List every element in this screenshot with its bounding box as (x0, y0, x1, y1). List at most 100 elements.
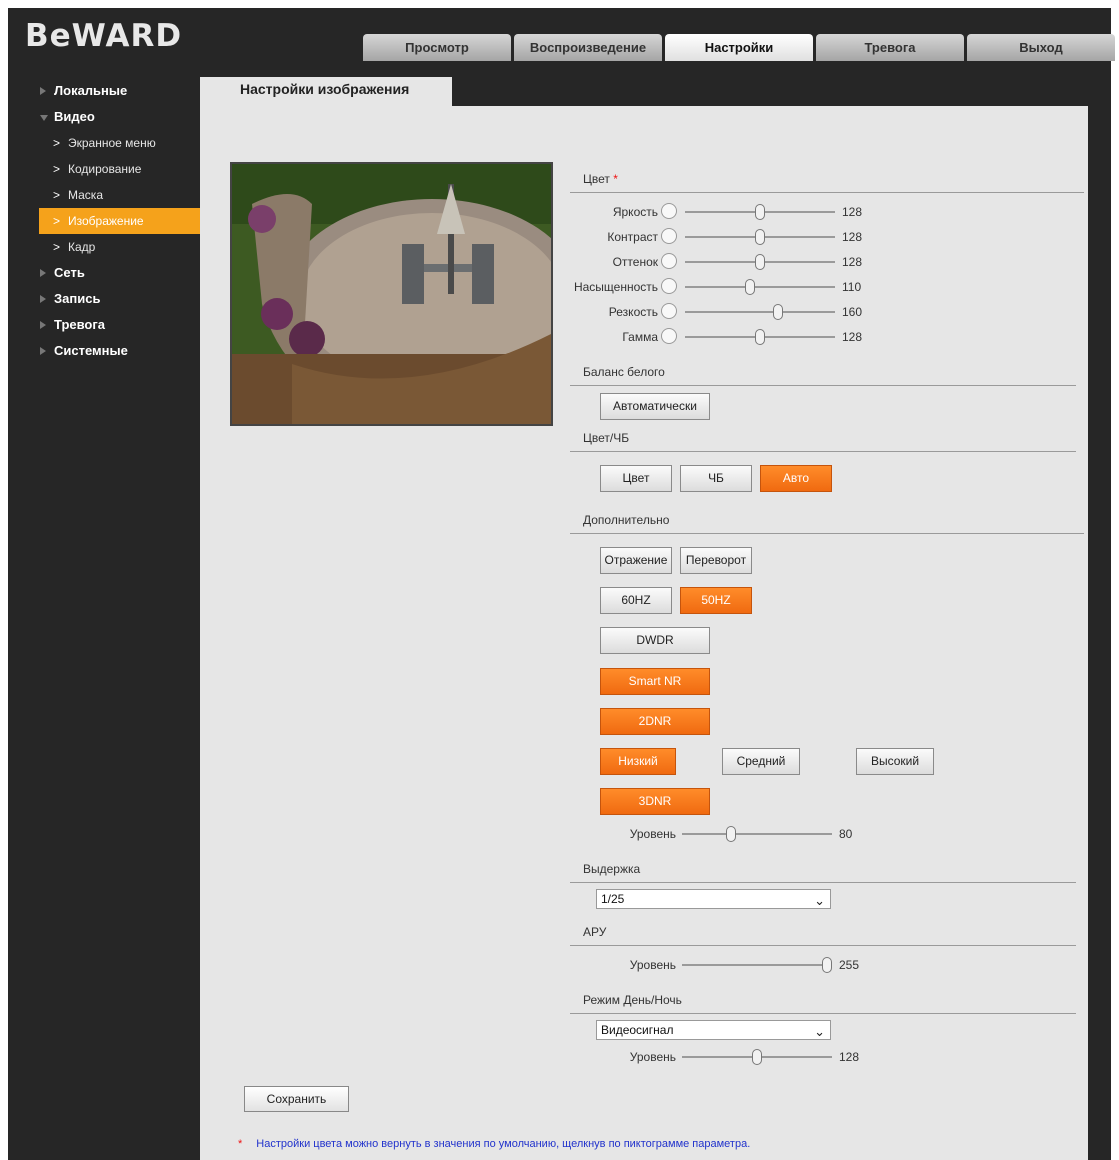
level-low-button[interactable]: Низкий (600, 748, 676, 775)
slider-track[interactable] (682, 964, 832, 966)
color-slider-3[interactable]: Насыщенность 110 (570, 277, 910, 297)
sidebar-item-record[interactable]: Запись (8, 286, 200, 312)
chevron-right-icon: > (53, 162, 61, 176)
divider (570, 451, 1076, 452)
saturation-icon[interactable] (661, 278, 677, 294)
slider-label: Насыщенность (573, 280, 658, 294)
color-slider-4[interactable]: Резкость 160 (570, 302, 910, 322)
settings-panel: Цвет * Яркость 128 Контраст 128 Оттенок 128 На… (200, 106, 1088, 1160)
day-night-level-slider[interactable]: Уровень 128 (570, 1047, 910, 1067)
sidebar-subitem-frame[interactable]: > Кадр (8, 234, 200, 260)
slider-thumb[interactable] (755, 204, 766, 220)
color-slider-5[interactable]: Гамма 128 (570, 327, 910, 347)
day-night-mode-select[interactable]: Видеосигнал ⌄ (596, 1020, 831, 1040)
slider-value: 80 (839, 827, 853, 841)
gamma-icon[interactable] (661, 328, 677, 344)
shutter-select[interactable]: 1/25 ⌄ (596, 889, 831, 909)
white-balance-title: Баланс белого (583, 365, 665, 379)
slider-thumb[interactable] (752, 1049, 763, 1065)
slider-label: Уровень (629, 958, 676, 972)
sidebar-item-label: Локальные (54, 83, 128, 98)
camera-preview-image (230, 162, 553, 426)
save-button[interactable]: Сохранить (244, 1086, 349, 1112)
tab-settings[interactable]: Настройки (665, 34, 813, 61)
color-slider-0[interactable]: Яркость 128 (570, 202, 910, 222)
sidebar-item-alarm[interactable]: Тревога (8, 312, 200, 338)
day-night-selected-value: Видеосигнал (601, 1023, 674, 1037)
sidebar-item-video[interactable]: Видео (8, 104, 200, 130)
level-medium-button[interactable]: Средний (722, 748, 800, 775)
dwdr-button[interactable]: DWDR (600, 627, 710, 654)
3dnr-button[interactable]: 3DNR (600, 788, 710, 815)
tab-playback[interactable]: Воспроизведение (514, 34, 662, 61)
flip-button[interactable]: Переворот (680, 547, 752, 574)
slider-thumb[interactable] (755, 329, 766, 345)
slider-label: Уровень (629, 827, 676, 841)
agc-title: АРУ (583, 925, 607, 939)
chevron-right-icon: > (53, 188, 61, 202)
3dnr-level-slider[interactable]: Уровень 80 (570, 824, 910, 844)
shutter-title: Выдержка (583, 862, 641, 876)
slider-label: Гамма (622, 330, 658, 344)
sidebar-subitem-encoding[interactable]: > Кодирование (8, 156, 200, 182)
page-title: Настройки изображения (200, 77, 452, 108)
sidebar-subitem-mask[interactable]: > Маска (8, 182, 200, 208)
bw-mode-button[interactable]: ЧБ (680, 465, 752, 492)
sidebar-item-label: Запись (54, 291, 101, 306)
slider-thumb[interactable] (725, 826, 736, 842)
tab-logout[interactable]: Выход (967, 34, 1115, 61)
agc-level-slider[interactable]: Уровень 255 (570, 955, 910, 975)
app-window: BeWARD Просмотр Воспроизведение Настройк… (8, 8, 1115, 1160)
sharpness-icon[interactable] (661, 303, 677, 319)
freq-60hz-button[interactable]: 60HZ (600, 587, 672, 614)
white-balance-auto-button[interactable]: Автоматически (600, 393, 710, 420)
slider-track[interactable] (682, 833, 832, 835)
chevron-right-icon: > (53, 240, 61, 254)
slider-track[interactable] (685, 311, 835, 313)
color-mode-button[interactable]: Цвет (600, 465, 672, 492)
collapsed-arrow-icon (40, 295, 46, 303)
slider-thumb[interactable] (755, 254, 766, 270)
slider-value: 128 (842, 255, 863, 269)
slider-thumb[interactable] (822, 957, 832, 973)
2dnr-button[interactable]: 2DNR (600, 708, 710, 735)
sidebar-subitem-osd[interactable]: > Экранное меню (8, 130, 200, 156)
sidebar-subitem-label: Изображение (68, 214, 144, 228)
auto-mode-button[interactable]: Авто (760, 465, 832, 492)
chevron-right-icon: > (53, 136, 61, 150)
color-title-text: Цвет (583, 172, 610, 186)
slider-thumb[interactable] (772, 304, 783, 320)
divider (570, 192, 1084, 193)
mirror-button[interactable]: Отражение (600, 547, 672, 574)
color-slider-1[interactable]: Контраст 128 (570, 227, 910, 247)
expanded-arrow-icon (40, 115, 48, 121)
slider-value: 255 (839, 958, 860, 972)
level-high-button[interactable]: Высокий (856, 748, 934, 775)
slider-thumb[interactable] (745, 279, 756, 295)
sidebar-item-system[interactable]: Системные (8, 338, 200, 364)
freq-50hz-button[interactable]: 50HZ (680, 587, 752, 614)
slider-track[interactable] (685, 286, 835, 288)
slider-label: Контраст (607, 230, 658, 244)
tab-view[interactable]: Просмотр (363, 34, 511, 61)
chevron-down-icon: ⌄ (814, 893, 825, 908)
tab-alarm[interactable]: Тревога (816, 34, 964, 61)
sidebar-item-network[interactable]: Сеть (8, 260, 200, 286)
sidebar-item-local[interactable]: Локальные (8, 78, 200, 104)
color-slider-2[interactable]: Оттенок 128 (570, 252, 910, 272)
divider (570, 1013, 1076, 1014)
divider (570, 385, 1076, 386)
contrast-icon[interactable] (661, 228, 677, 244)
hue-icon[interactable] (661, 253, 677, 269)
brightness-icon[interactable] (661, 203, 677, 219)
footnote-text: Настройки цвета можно вернуть в значения… (256, 1138, 751, 1150)
brand-logo: BeWARD (25, 18, 183, 54)
sidebar-subitem-label: Маска (68, 188, 103, 202)
slider-value: 128 (842, 205, 863, 219)
slider-thumb[interactable] (755, 229, 766, 245)
collapsed-arrow-icon (40, 321, 46, 329)
sidebar-subitem-image[interactable]: > Изображение (39, 208, 200, 234)
smart-nr-button[interactable]: Smart NR (600, 668, 710, 695)
shutter-selected-value: 1/25 (601, 892, 625, 906)
sidebar-item-label: Видео (54, 109, 95, 124)
